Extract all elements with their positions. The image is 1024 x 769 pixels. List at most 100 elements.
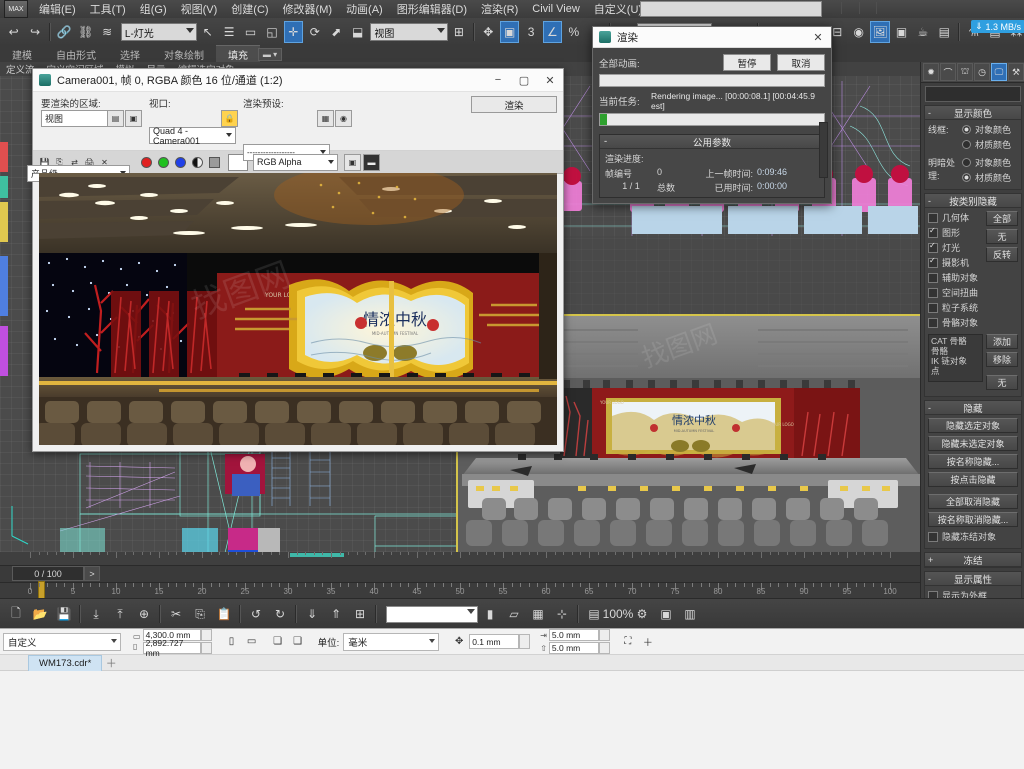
menu-item-7[interactable]: 图形编辑器(D)	[390, 0, 474, 19]
cancel-button[interactable]: 取消	[777, 54, 825, 71]
render-iterative-icon[interactable]: ▤	[935, 21, 954, 43]
display-tab-icon[interactable]: 🖵	[991, 63, 1007, 81]
extra-tools-icon[interactable]: ▥	[679, 603, 701, 625]
paste-icon[interactable]: 📋	[213, 603, 235, 625]
green-channel-icon[interactable]	[158, 156, 169, 168]
save-file-icon[interactable]: 💾	[53, 603, 75, 625]
cut-icon[interactable]: ✂	[165, 603, 187, 625]
rollout-header[interactable]: + 冻结	[925, 553, 1021, 567]
bone-object-list[interactable]: CAT 骨骼 骨骼 IK 链对象 点	[928, 334, 983, 382]
page-preset-dropdown[interactable]: 自定义	[3, 632, 121, 651]
merge-icon[interactable]: ⊕	[133, 603, 155, 625]
menu-item-3[interactable]: 视图(V)	[174, 0, 225, 19]
select-by-name-icon[interactable]: ☰	[219, 21, 238, 43]
render-button[interactable]: 渲染	[471, 96, 557, 113]
angle-snap-icon[interactable]: ∠	[542, 21, 563, 43]
export-icon[interactable]: ⤒	[109, 603, 131, 625]
toggle-ui-icon[interactable]: ▣	[344, 153, 361, 171]
redo-small-icon[interactable]: ↻	[269, 603, 291, 625]
link-icon[interactable]: 🔗	[55, 21, 74, 43]
material-editor-icon[interactable]: ◉	[849, 21, 868, 43]
red-channel-icon[interactable]	[141, 156, 152, 168]
render-dialog-title-bar[interactable]: 渲染 ✕	[593, 27, 831, 48]
duplicate-y-field[interactable]: 5.0 mm	[548, 642, 599, 654]
category-check-7[interactable]: 骨骼对象	[928, 316, 983, 329]
selection-filter-dropdown[interactable]: L-灯光	[120, 23, 198, 41]
ribbon-minimize-icon[interactable]: ▬ ▾	[258, 48, 282, 61]
settings-gear-icon[interactable]: ⚙	[631, 603, 653, 625]
undo-icon[interactable]: ↩	[4, 21, 23, 43]
menu-item-8[interactable]: 渲染(R)	[474, 0, 525, 19]
rfw-title-bar[interactable]: Camera001, 帧 0, RGBA 颜色 16 位/通道 (1:2) − …	[33, 69, 563, 92]
menu-item-9[interactable]: Civil View	[525, 1, 586, 17]
fill-color-icon[interactable]: ▮	[479, 603, 501, 625]
nudge-spinner[interactable]	[519, 634, 531, 649]
auto-region-icon[interactable]: ▤	[107, 110, 124, 127]
rollout-header[interactable]: - 显示颜色	[925, 106, 1021, 120]
add-toolbar-item-icon[interactable]: ＋	[638, 632, 658, 652]
menu-item-5[interactable]: 修改器(M)	[276, 0, 340, 19]
render-setup-small-icon[interactable]: ▦	[317, 110, 334, 127]
unlink-icon[interactable]: ⛓	[76, 21, 95, 43]
treat-as-filled-icon[interactable]: ⛶	[618, 632, 638, 652]
select-object-icon[interactable]: ↖	[198, 21, 217, 43]
category-check-5[interactable]: 空间扭曲	[928, 286, 983, 299]
open-file-icon[interactable]: 📂	[29, 603, 51, 625]
zoom-level-icon[interactable]: 100%	[603, 603, 634, 625]
menu-item-4[interactable]: 创建(C)	[224, 0, 275, 19]
list-item[interactable]: CAT 骨骼	[931, 336, 980, 346]
category-check-4[interactable]: 辅助对象	[928, 271, 983, 284]
snap-grid-icon[interactable]: ⊹	[551, 603, 573, 625]
use-pivot-center-icon[interactable]: ⊞	[449, 21, 468, 43]
menu-item-6[interactable]: 动画(A)	[339, 0, 390, 19]
select-and-manipulate-icon[interactable]: ✥	[479, 21, 498, 43]
bind-space-warp-icon[interactable]: ≋	[98, 21, 117, 43]
hide-unselected-button[interactable]: 隐藏未选定对象	[928, 436, 1018, 451]
padlock-icon[interactable]: 🔒	[221, 110, 238, 127]
copy-icon[interactable]: ⎘	[189, 603, 211, 625]
alpha-channel-icon[interactable]	[192, 156, 203, 168]
portrait-orientation-icon[interactable]: ▯	[222, 632, 242, 652]
landscape-orientation-icon[interactable]: ▭	[242, 632, 262, 652]
remove-button[interactable]: 移除	[986, 352, 1018, 367]
hide-by-hit-button[interactable]: 按点击隐藏	[928, 472, 1018, 487]
rendered-image[interactable]: YOUR LOGO YOUR LOGO 情浓中秋 MID-AUTUMN FEST…	[39, 173, 557, 445]
shaded-material-color-radio[interactable]: 材质颜色	[962, 171, 1018, 184]
list-item[interactable]: IK 链对象	[931, 356, 980, 366]
reference-coordinate-dropdown[interactable]: 视图	[370, 23, 449, 41]
panel-toggle-icon[interactable]: ▣	[655, 603, 677, 625]
mono-channel-icon[interactable]	[209, 156, 220, 168]
snap-3-icon[interactable]: 3	[521, 21, 540, 43]
close-icon[interactable]: ✕	[537, 70, 563, 91]
duplicate-y-spinner[interactable]	[598, 642, 610, 654]
category-check-0[interactable]: 几何体	[928, 211, 983, 224]
list-item[interactable]: 点	[931, 366, 980, 376]
toggle-fullscreen-icon[interactable]: ▬	[363, 153, 380, 171]
page-width-spinner[interactable]	[200, 629, 212, 641]
new-file-icon[interactable]: 🗋	[5, 603, 27, 625]
nudge-field[interactable]: 0.1 mm	[469, 634, 520, 649]
duplicate-x-spinner[interactable]	[598, 629, 610, 641]
align-down-icon[interactable]: ⇓	[301, 603, 323, 625]
pause-button[interactable]: 暂停	[723, 54, 771, 71]
wireframe-object-color-radio[interactable]: 对象颜色	[962, 123, 1018, 136]
hide-frozen-objects-check[interactable]: 隐藏冻结对象	[928, 530, 1018, 543]
category-none-button[interactable]: 无	[986, 229, 1018, 244]
category-all-button[interactable]: 全部	[986, 211, 1018, 226]
outline-icon[interactable]: ▱	[503, 603, 525, 625]
render-setup-icon[interactable]: 🖼	[870, 21, 890, 43]
common-params-rollout-header[interactable]: - 公用参数	[600, 135, 824, 149]
motion-tab-icon[interactable]: ◷	[974, 63, 990, 81]
unhide-by-name-button[interactable]: 按名称取消隐藏...	[928, 512, 1018, 527]
frame-step-button[interactable]: >	[84, 566, 100, 581]
unhide-all-button[interactable]: 全部取消隐藏	[928, 494, 1018, 509]
units-dropdown[interactable]: 毫米	[343, 632, 440, 651]
render-production-icon[interactable]: ☕	[913, 21, 932, 43]
menu-item-2[interactable]: 组(G)	[133, 0, 174, 19]
category-check-3[interactable]: 摄影机	[928, 256, 983, 269]
category-invert-button[interactable]: 反转	[986, 247, 1018, 262]
rectangular-select-icon[interactable]: ▭	[241, 21, 260, 43]
rollout-header[interactable]: - 显示属性	[925, 572, 1021, 586]
menu-item-0[interactable]: 编辑(E)	[32, 0, 83, 19]
select-and-rotate-icon[interactable]: ⟳	[305, 21, 324, 43]
